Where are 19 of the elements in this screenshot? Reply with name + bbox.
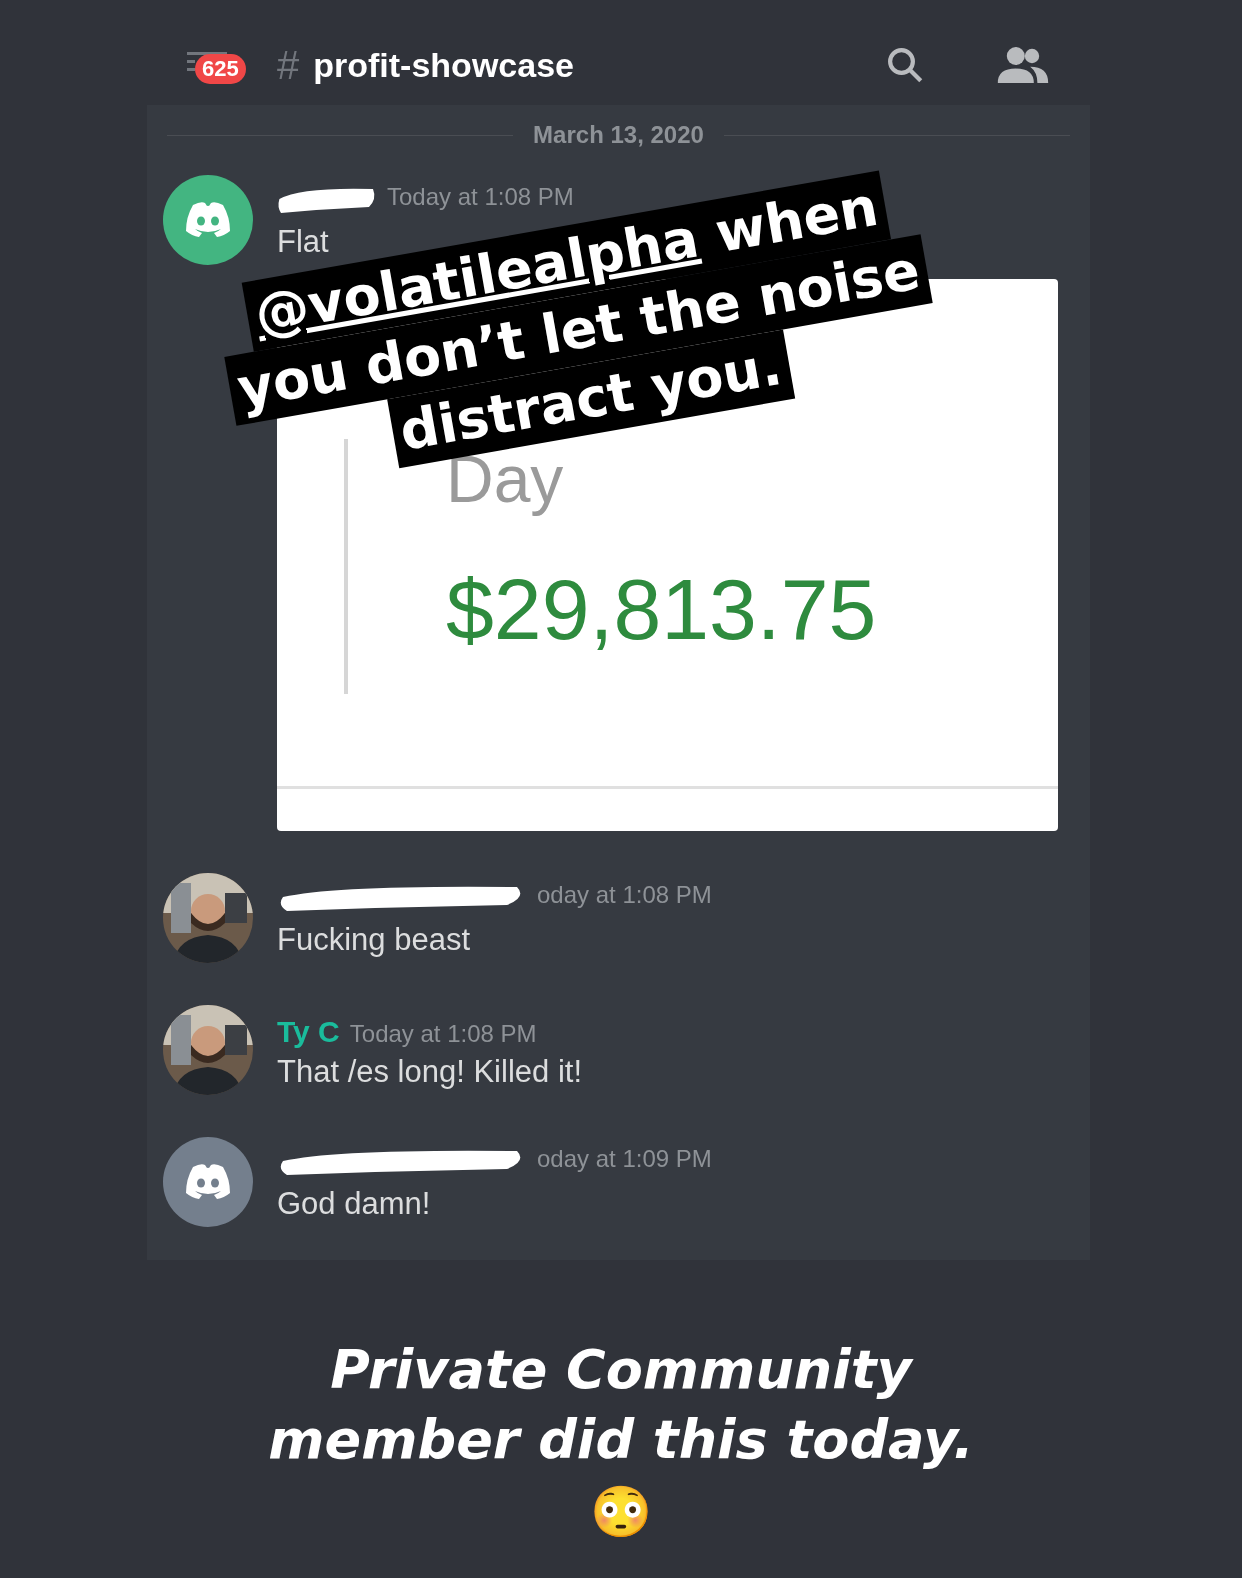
- message-text: Fucking beast: [277, 921, 470, 959]
- timestamp: Today at 1:08 PM: [349, 1019, 537, 1049]
- story-caption: member did this today.: [268, 1407, 974, 1473]
- date-divider: March 13, 2020: [533, 120, 704, 150]
- unread-badge: 625: [195, 54, 246, 84]
- discord-logo-icon: [183, 1163, 233, 1201]
- timestamp: Today at 1:08 PM: [387, 182, 574, 212]
- discord-logo-icon: [183, 201, 233, 239]
- channel-name: profit-showcase: [313, 44, 574, 86]
- members-icon[interactable]: [996, 45, 1050, 85]
- flushed-emoji: 😳: [590, 1483, 652, 1542]
- story-caption: Private Community: [330, 1337, 912, 1403]
- timestamp: oday at 1:09 PM: [537, 1144, 712, 1174]
- username[interactable]: Ty C: [277, 1009, 340, 1054]
- channel-hash: #: [277, 42, 300, 89]
- message-text: That /es long! Killed it!: [277, 1053, 582, 1091]
- profit-amount: $29,813.75: [446, 560, 877, 659]
- message-text: God damn!: [277, 1185, 431, 1223]
- timestamp: oday at 1:08 PM: [537, 880, 712, 910]
